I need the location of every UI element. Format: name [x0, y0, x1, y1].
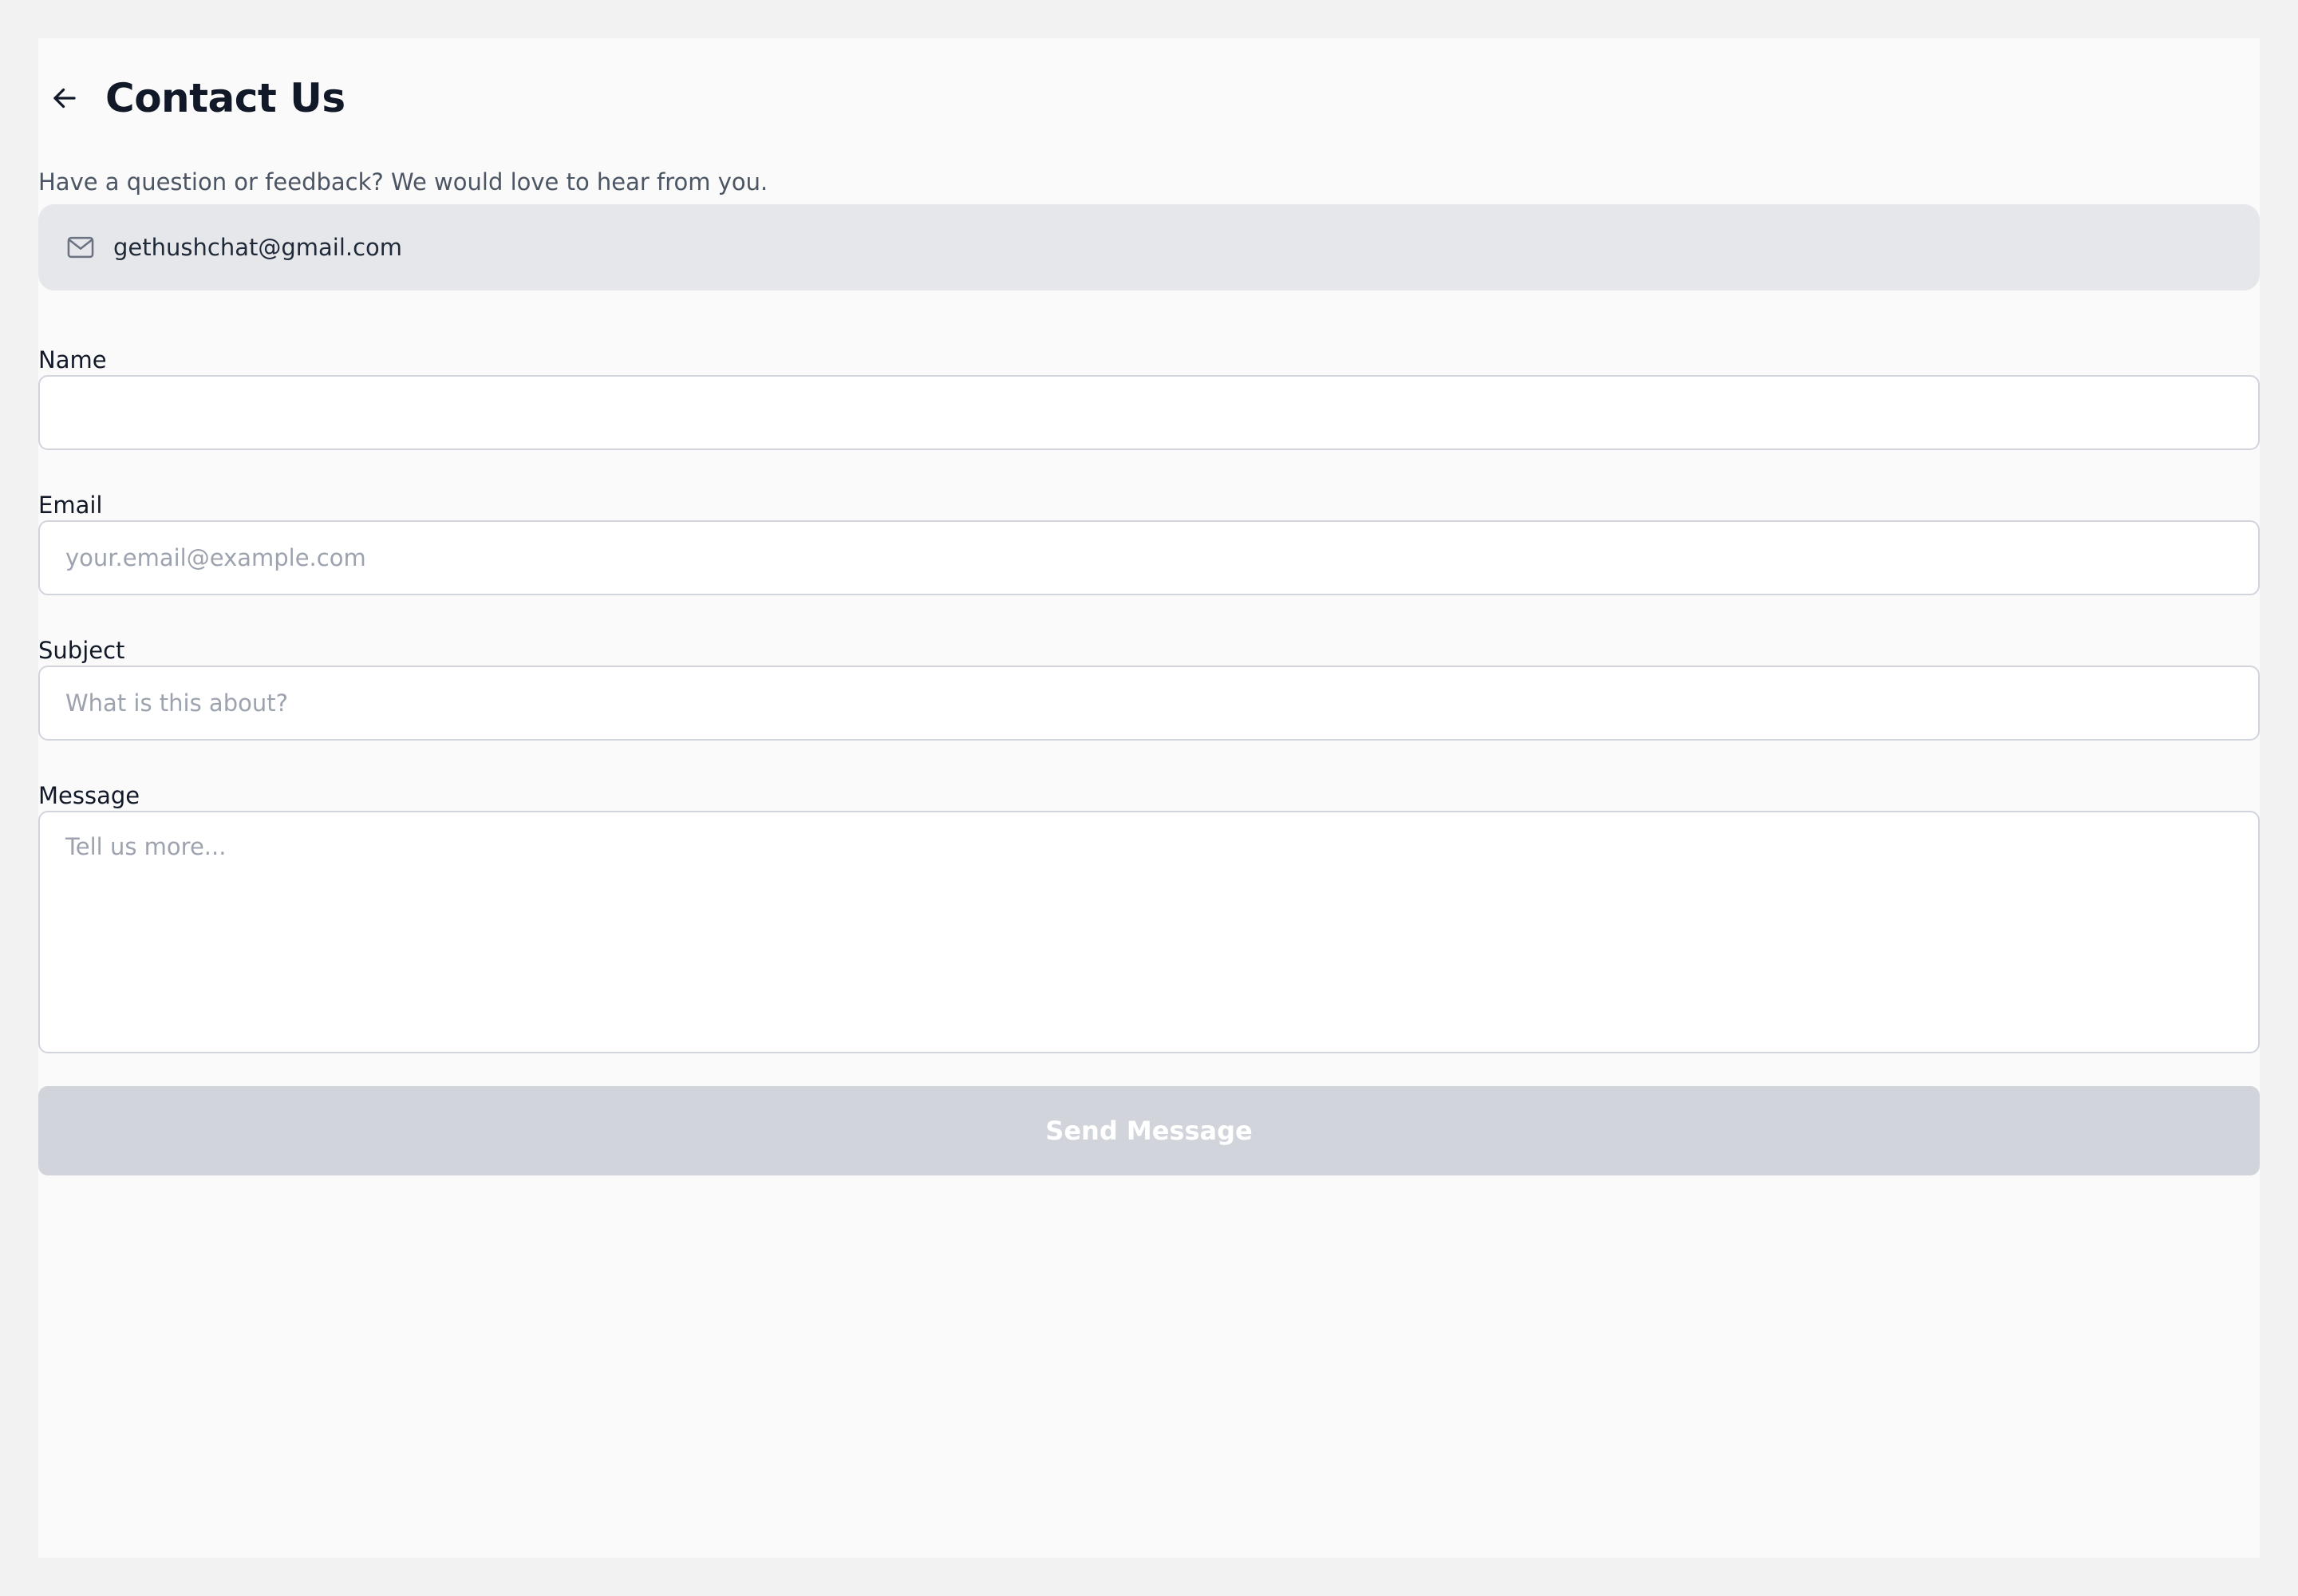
email-input[interactable] [38, 520, 2260, 595]
message-textarea[interactable] [38, 811, 2260, 1053]
contact-page: Contact Us Have a question or feedback? … [38, 38, 2260, 1558]
mail-icon [67, 236, 94, 259]
message-label: Message [38, 782, 140, 809]
contact-email-card: gethushchat@gmail.com [38, 204, 2260, 290]
subject-input[interactable] [38, 666, 2260, 741]
page-header: Contact Us [38, 64, 345, 132]
page-subtitle: Have a question or feedback? We would lo… [38, 168, 768, 196]
subject-label: Subject [38, 637, 125, 664]
send-message-button[interactable]: Send Message [38, 1086, 2260, 1175]
email-label: Email [38, 492, 103, 519]
arrow-left-icon [53, 88, 76, 109]
page-title: Contact Us [105, 75, 345, 121]
name-input[interactable] [38, 375, 2260, 450]
back-button[interactable] [37, 70, 93, 126]
contact-email-address: gethushchat@gmail.com [113, 234, 403, 261]
name-label: Name [38, 346, 107, 373]
